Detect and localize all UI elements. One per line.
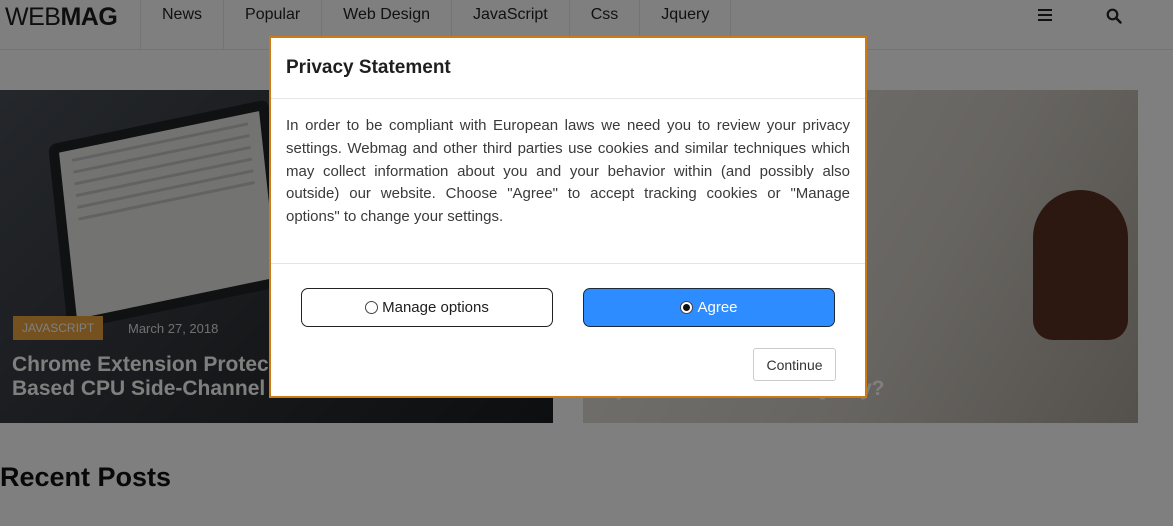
- modal-body: In order to be compliant with European l…: [271, 99, 865, 264]
- modal-title: Privacy Statement: [286, 57, 451, 78]
- modal-header: Privacy Statement: [271, 38, 865, 99]
- radio-unchecked-icon: [365, 301, 379, 314]
- continue-button[interactable]: Continue: [753, 348, 836, 381]
- privacy-modal: Privacy Statement In order to be complia…: [269, 36, 867, 398]
- manage-options-button[interactable]: Manage options: [301, 288, 553, 327]
- agree-label: Agree: [697, 299, 738, 316]
- agree-button[interactable]: Agree: [583, 288, 835, 327]
- radio-checked-icon: [680, 301, 694, 314]
- manage-options-label: Manage options: [382, 299, 489, 316]
- privacy-text: In order to be compliant with European l…: [286, 117, 850, 226]
